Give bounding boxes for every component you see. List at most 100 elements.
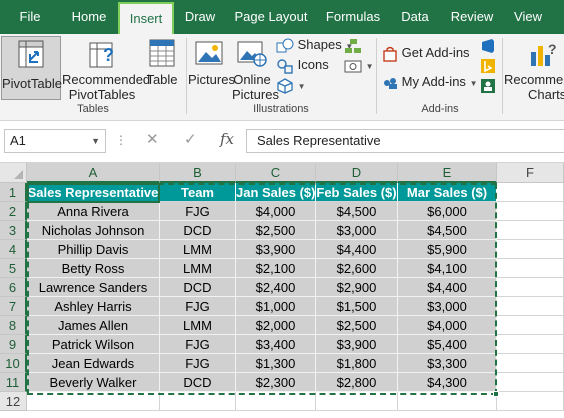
table-cell[interactable]: Anna Rivera — [27, 202, 160, 221]
table-cell[interactable]: LMM — [160, 316, 236, 335]
table-cell[interactable]: Patrick Wilson — [27, 335, 160, 354]
table-cell[interactable]: Phillip Davis — [27, 240, 160, 259]
table-cell[interactable]: $3,300 — [398, 354, 497, 373]
table-cell[interactable]: LMM — [160, 259, 236, 278]
tab-page-layout[interactable]: Page Layout — [226, 0, 316, 34]
table-cell[interactable]: FJG — [160, 297, 236, 316]
screenshot-button[interactable]: ▼ — [344, 56, 374, 74]
table-cell[interactable]: FJG — [160, 202, 236, 221]
formula-bar-grip-icon[interactable]: ⋮ — [115, 133, 128, 147]
row-header-10[interactable]: 10 — [0, 354, 27, 373]
table-cell[interactable]: FJG — [160, 335, 236, 354]
empty-cell[interactable] — [497, 278, 564, 297]
table-cell[interactable]: $1,500 — [316, 297, 398, 316]
row-header-11[interactable]: 11 — [0, 373, 27, 392]
tab-data[interactable]: Data — [390, 0, 440, 34]
row-header-1[interactable]: 1 — [0, 183, 27, 202]
empty-cell[interactable] — [27, 392, 160, 411]
tab-home[interactable]: Home — [60, 0, 118, 34]
cancel-icon[interactable]: ✕ — [146, 130, 159, 148]
table-cell[interactable]: $3,900 — [316, 335, 398, 354]
table-cell[interactable]: $6,000 — [398, 202, 497, 221]
tab-file[interactable]: File — [0, 0, 60, 34]
table-cell[interactable]: Jean Edwards — [27, 354, 160, 373]
row-header-7[interactable]: 7 — [0, 297, 27, 316]
empty-cell[interactable] — [398, 392, 497, 411]
table-header-cell[interactable]: Sales Representative — [27, 183, 160, 202]
row-header-5[interactable]: 5 — [0, 259, 27, 278]
empty-cell[interactable] — [236, 392, 316, 411]
table-cell[interactable]: Lawrence Sanders — [27, 278, 160, 297]
pivottable-button[interactable]: PivotTable — [1, 36, 62, 100]
column-header-e[interactable]: E — [398, 163, 497, 183]
empty-cell[interactable] — [497, 316, 564, 335]
column-header-f[interactable]: F — [497, 163, 564, 183]
recommended-charts-button[interactable]: ? Recommen Charts — [504, 36, 564, 100]
empty-cell[interactable] — [497, 202, 564, 221]
tab-insert[interactable]: Insert — [118, 2, 174, 34]
table-cell[interactable]: FJG — [160, 354, 236, 373]
table-cell[interactable]: $2,900 — [316, 278, 398, 297]
column-header-c[interactable]: C — [236, 163, 316, 183]
empty-cell[interactable] — [497, 221, 564, 240]
table-cell[interactable]: $2,100 — [236, 259, 316, 278]
table-cell[interactable]: $2,800 — [316, 373, 398, 392]
row-header-12[interactable]: 12 — [0, 392, 27, 411]
smartart-button[interactable] — [344, 36, 366, 54]
table-button[interactable]: Table — [144, 36, 180, 100]
select-all-button[interactable] — [0, 163, 27, 183]
recommended-pivottables-button[interactable]: ? Recommended PivotTables — [62, 36, 150, 102]
table-cell[interactable]: $2,000 — [236, 316, 316, 335]
my-addins-button[interactable]: My Add-ins ▼ — [382, 73, 478, 91]
empty-cell[interactable] — [497, 259, 564, 278]
table-cell[interactable]: $3,900 — [236, 240, 316, 259]
name-box-dropdown-icon[interactable]: ▼ — [91, 130, 100, 152]
table-header-cell[interactable]: Team — [160, 183, 236, 202]
enter-icon[interactable]: ✓ — [184, 130, 197, 148]
3d-models-button[interactable]: ▼ — [276, 76, 316, 94]
table-cell[interactable]: James Allen — [27, 316, 160, 335]
table-cell[interactable]: Beverly Walker — [27, 373, 160, 392]
empty-cell[interactable] — [316, 392, 398, 411]
empty-cell[interactable] — [497, 297, 564, 316]
empty-cell[interactable] — [497, 354, 564, 373]
table-cell[interactable]: $3,000 — [316, 221, 398, 240]
table-cell[interactable]: $2,300 — [236, 373, 316, 392]
table-cell[interactable]: LMM — [160, 240, 236, 259]
table-cell[interactable]: $4,500 — [316, 202, 398, 221]
table-cell[interactable]: $3,400 — [236, 335, 316, 354]
empty-cell[interactable] — [497, 373, 564, 392]
table-cell[interactable]: Ashley Harris — [27, 297, 160, 316]
pictures-button[interactable]: Pictures — [188, 36, 235, 100]
empty-cell[interactable] — [497, 392, 564, 411]
visio-icon[interactable] — [480, 38, 496, 54]
tab-draw[interactable]: Draw — [174, 0, 226, 34]
empty-cell[interactable] — [497, 183, 564, 202]
row-header-6[interactable]: 6 — [0, 278, 27, 297]
table-header-cell[interactable]: Jan Sales ($) — [236, 183, 316, 202]
icons-button[interactable]: Icons — [276, 56, 336, 74]
table-cell[interactable]: $4,400 — [316, 240, 398, 259]
table-cell[interactable]: $2,500 — [236, 221, 316, 240]
table-cell[interactable]: $5,400 — [398, 335, 497, 354]
column-header-b[interactable]: B — [160, 163, 236, 183]
table-cell[interactable]: $4,000 — [398, 316, 497, 335]
insert-function-icon[interactable]: fx — [220, 130, 234, 148]
row-header-2[interactable]: 2 — [0, 202, 27, 221]
table-cell[interactable]: $4,400 — [398, 278, 497, 297]
table-cell[interactable]: $1,800 — [316, 354, 398, 373]
name-box[interactable]: A1 ▼ — [4, 129, 106, 153]
table-header-cell[interactable]: Mar Sales ($) — [398, 183, 497, 202]
row-header-8[interactable]: 8 — [0, 316, 27, 335]
fill-handle[interactable] — [493, 391, 499, 397]
row-header-3[interactable]: 3 — [0, 221, 27, 240]
table-cell[interactable]: DCD — [160, 278, 236, 297]
table-cell[interactable]: $4,000 — [236, 202, 316, 221]
row-header-9[interactable]: 9 — [0, 335, 27, 354]
empty-cell[interactable] — [497, 240, 564, 259]
table-cell[interactable]: $3,000 — [398, 297, 497, 316]
column-header-d[interactable]: D — [316, 163, 398, 183]
get-addins-button[interactable]: Get Add-ins — [382, 44, 478, 62]
online-pictures-button[interactable]: Online Pictures — [232, 36, 279, 102]
table-cell[interactable]: $4,300 — [398, 373, 497, 392]
